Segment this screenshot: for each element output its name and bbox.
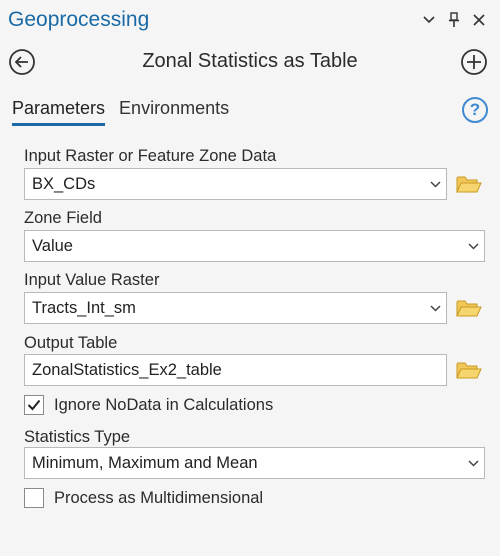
pane-title: Geoprocessing [8,8,150,31]
browse-folder-icon[interactable] [456,359,482,381]
plus-circle-icon [461,49,487,75]
add-button[interactable] [460,48,488,76]
statistics-type-dropdown[interactable]: Minimum, Maximum and Mean [24,447,485,479]
multidimensional-checkbox[interactable] [24,488,44,508]
zone-field-dropdown[interactable]: Value [24,230,485,262]
pane-header: Geoprocessing [0,0,500,40]
output-table-value: ZonalStatistics_Ex2_table [32,360,222,379]
input-value-label: Input Value Raster [24,271,160,289]
browse-folder-icon[interactable] [456,173,482,195]
checkmark-icon [27,399,41,411]
pin-icon[interactable] [443,9,465,31]
chevron-down-icon[interactable] [424,169,446,199]
input-zone-label: Input Raster or Feature Zone Data [24,147,277,165]
input-value-dropdown[interactable]: Tracts_Int_sm [24,292,447,324]
ignore-nodata-checkbox[interactable] [24,395,44,415]
multidimensional-checkbox-row[interactable]: Process as Multidimensional [24,488,263,508]
help-icon[interactable]: ? [462,97,488,123]
multidimensional-label: Process as Multidimensional [54,488,264,507]
chevron-down-icon[interactable] [462,448,484,478]
tool-title: Zonal Statistics as Table [142,50,358,72]
chevron-down-icon[interactable] [424,293,446,323]
output-table-label: Output Table [24,334,118,352]
browse-folder-icon[interactable] [456,297,482,319]
ignore-nodata-checkbox-row[interactable]: Ignore NoData in Calculations [24,395,273,415]
statistics-type-label: Statistics Type [24,428,131,446]
zone-field-value: Value [32,236,73,255]
ignore-nodata-label: Ignore NoData in Calculations [54,395,274,414]
statistics-type-value: Minimum, Maximum and Mean [32,453,258,472]
tab-bar: Parameters Environments [12,98,229,128]
chevron-down-icon[interactable] [462,231,484,261]
tool-header: Zonal Statistics as Table [0,44,500,80]
zone-field-label: Zone Field [24,209,102,227]
input-value-value: Tracts_Int_sm [32,298,136,317]
tab-environments[interactable]: Environments [119,98,229,126]
output-table-input[interactable]: ZonalStatistics_Ex2_table [24,354,447,386]
input-zone-value: BX_CDs [32,174,96,193]
close-icon[interactable] [468,9,490,31]
input-zone-dropdown[interactable]: BX_CDs [24,168,447,200]
pane-options-chevron-icon[interactable] [418,9,440,31]
tab-parameters[interactable]: Parameters [12,98,106,126]
